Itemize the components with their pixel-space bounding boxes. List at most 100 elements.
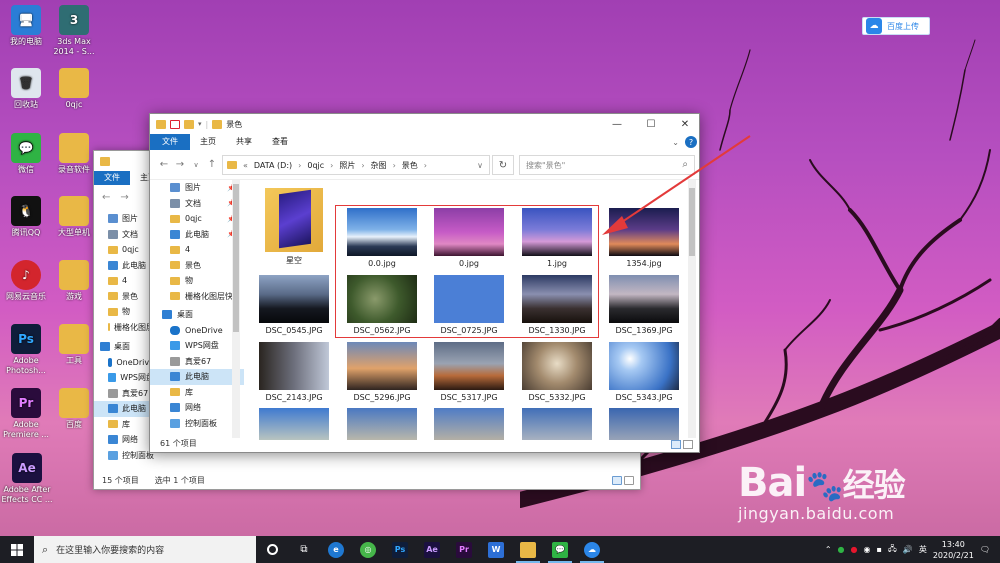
notification-icon[interactable]: 🗨 (980, 545, 990, 554)
breadcrumb-item[interactable]: 0qjc (307, 161, 324, 170)
wechat-tray-icon[interactable]: ● (838, 545, 845, 554)
large-icons-view-icon[interactable] (683, 440, 693, 449)
taskbar-file-explorer[interactable] (512, 536, 544, 563)
tab-file[interactable]: 文件 (94, 171, 130, 185)
file-item[interactable]: DSC_5296.JPG (338, 342, 426, 402)
sidebar-item[interactable]: 此电脑 (94, 401, 154, 417)
sidebar-item[interactable]: 图片 (94, 211, 154, 227)
details-view-icon[interactable] (671, 440, 681, 449)
network-icon[interactable]: 🖧 (888, 543, 897, 557)
chevron-down-icon[interactable]: ▾ (198, 120, 202, 128)
sidebar-item[interactable]: 网络 (94, 432, 154, 448)
file-item[interactable]: DSC_5343.JPG (600, 342, 688, 402)
back-arrow-icon[interactable]: ← (102, 192, 110, 203)
sidebar-item-onedrive[interactable]: OneDrive (150, 323, 244, 339)
desktop-icon-netease-music[interactable]: ♪ 网易云音乐 (0, 260, 52, 302)
sidebar-item-objects[interactable]: 物 (150, 273, 244, 289)
desktop-icon-qq[interactable]: 🐧 腾讯QQ (0, 196, 52, 238)
sidebar-item[interactable]: OneDrive (94, 355, 154, 371)
file-item[interactable] (338, 408, 426, 440)
breadcrumb-item[interactable]: DATA (D:) (254, 161, 292, 170)
sidebar-item-desktop[interactable]: 桌面 (150, 307, 244, 323)
sidebar-item[interactable]: 4 (94, 273, 154, 289)
desktop-icon-photoshop[interactable]: Ps Adobe Photosh... (0, 324, 52, 376)
sidebar-item-network[interactable]: 网络 (150, 400, 244, 416)
taskbar-edge[interactable]: e (320, 536, 352, 563)
taskbar-wechat[interactable]: 💬 (544, 536, 576, 563)
forward-arrow-icon[interactable]: → (172, 159, 188, 170)
file-item[interactable]: DSC_1369.JPG (600, 275, 688, 335)
sidebar-item-4[interactable]: 4 (150, 242, 244, 258)
clock[interactable]: 13:40 2020/2/21 (933, 539, 974, 561)
sidebar-item[interactable]: 景色 (94, 289, 154, 305)
start-button[interactable] (0, 536, 34, 563)
taskbar-premiere[interactable]: Pr (448, 536, 480, 563)
sidebar-item[interactable]: 库 (94, 417, 154, 433)
recent-locations-icon[interactable]: ∨ (188, 161, 204, 169)
tab-file[interactable]: 文件 (150, 134, 190, 150)
desktop-icon-wechat[interactable]: 💬 微信 (0, 133, 52, 175)
sidebar-item-user[interactable]: 真爱67 (150, 354, 244, 370)
ime-indicator[interactable]: 英 (919, 544, 927, 555)
desktop-icon-recycle-bin[interactable]: 🗑 回收站 (0, 68, 52, 110)
tab-share[interactable]: 共享 (226, 134, 262, 150)
taskbar-wps[interactable]: W (480, 536, 512, 563)
file-item[interactable] (513, 408, 601, 440)
sidebar-item-this-pc[interactable]: 此电脑📌 (150, 227, 244, 243)
sidebar-item-this-pc-main[interactable]: 此电脑 (150, 369, 244, 385)
taskbar-photoshop[interactable]: Ps (384, 536, 416, 563)
sidebar-item[interactable]: 物 (94, 304, 154, 320)
sidebar-item-control-panel[interactable]: 控制面板 (150, 416, 244, 432)
sidebar-scrollbar[interactable] (232, 180, 240, 438)
sidebar-item-library[interactable]: 库 (150, 385, 244, 401)
chevron-down-icon[interactable]: ∨ (477, 161, 483, 170)
breadcrumb-item[interactable]: 照片 (339, 160, 355, 171)
sidebar-item[interactable]: 0qjc (94, 242, 154, 258)
file-item[interactable] (250, 408, 338, 440)
tab-view[interactable]: 查看 (262, 134, 298, 150)
sidebar-item[interactable]: 控制面板 (94, 448, 154, 464)
file-item[interactable]: DSC_2143.JPG (250, 342, 338, 402)
task-view-button[interactable]: ⧉ (288, 536, 320, 563)
view-toggle[interactable] (612, 476, 634, 485)
status-tray-icon[interactable]: ▪ (877, 545, 882, 554)
address-bar[interactable]: « DATA (D:) › 0qjc › 照片 › 杂图 › 景色 › ∨ (222, 155, 490, 175)
file-item[interactable]: DSC_5332.JPG (513, 342, 601, 402)
sidebar-item-0qjc[interactable]: 0qjc📌 (150, 211, 244, 227)
baidu-upload-button[interactable]: ☁ 百度上传 (862, 17, 930, 35)
forward-arrow-icon[interactable]: → (120, 192, 128, 203)
file-item[interactable]: DSC_0545.JPG (250, 275, 338, 335)
desktop-icon-after-effects[interactable]: Ae Adobe After Effects CC ... (0, 453, 54, 505)
sidebar-item[interactable]: 文档 (94, 227, 154, 243)
file-item[interactable] (425, 408, 513, 440)
file-item[interactable] (600, 408, 688, 440)
file-item[interactable]: DSC_5317.JPG (425, 342, 513, 402)
sidebar-item-pictures[interactable]: 图片📌 (150, 180, 244, 196)
baidu-tray-icon[interactable]: ◉ (864, 545, 871, 554)
sidebar-item-rasterize[interactable]: 栅格化图层快 (150, 289, 244, 305)
taskbar-360[interactable]: ◎ (352, 536, 384, 563)
desktop-icon-my-computer[interactable]: 🖥 我的电脑 (0, 5, 52, 47)
cortana-button[interactable] (256, 536, 288, 563)
desktop-icon-0qjc[interactable]: 0qjc (48, 68, 100, 110)
sidebar-item-wps-drive[interactable]: WPS网盘 (150, 338, 244, 354)
desktop-icon-premiere[interactable]: Pr Adobe Premiere ... (0, 388, 52, 440)
properties-icon[interactable] (170, 119, 180, 129)
weibo-tray-icon[interactable]: ● (851, 545, 858, 554)
chevron-up-icon[interactable]: ⌃ (825, 545, 832, 554)
tab-home[interactable]: 主页 (190, 134, 226, 150)
sidebar-item[interactable]: 真爱67 (94, 386, 154, 402)
taskbar-search[interactable]: ⌕ 在这里输入你要搜索的内容 (34, 536, 256, 563)
taskbar-baidu-netdisk[interactable]: ☁ (576, 536, 608, 563)
breadcrumb-item[interactable]: 景色 (402, 160, 418, 171)
desktop-icon-3dsmax[interactable]: 3 3ds Max 2014 - S... (48, 5, 100, 57)
new-folder-icon[interactable] (184, 119, 194, 129)
taskbar-after-effects[interactable]: Ae (416, 536, 448, 563)
back-arrow-icon[interactable]: ← (156, 159, 172, 170)
sidebar-item[interactable]: 桌面 (94, 339, 154, 355)
sidebar-item[interactable]: WPS网盘 (94, 370, 154, 386)
view-toggle[interactable] (671, 440, 693, 449)
sidebar-item[interactable]: 栅格化图层 (94, 320, 154, 336)
breadcrumb-item[interactable]: 杂图 (371, 160, 387, 171)
up-arrow-icon[interactable]: ↑ (204, 159, 220, 170)
